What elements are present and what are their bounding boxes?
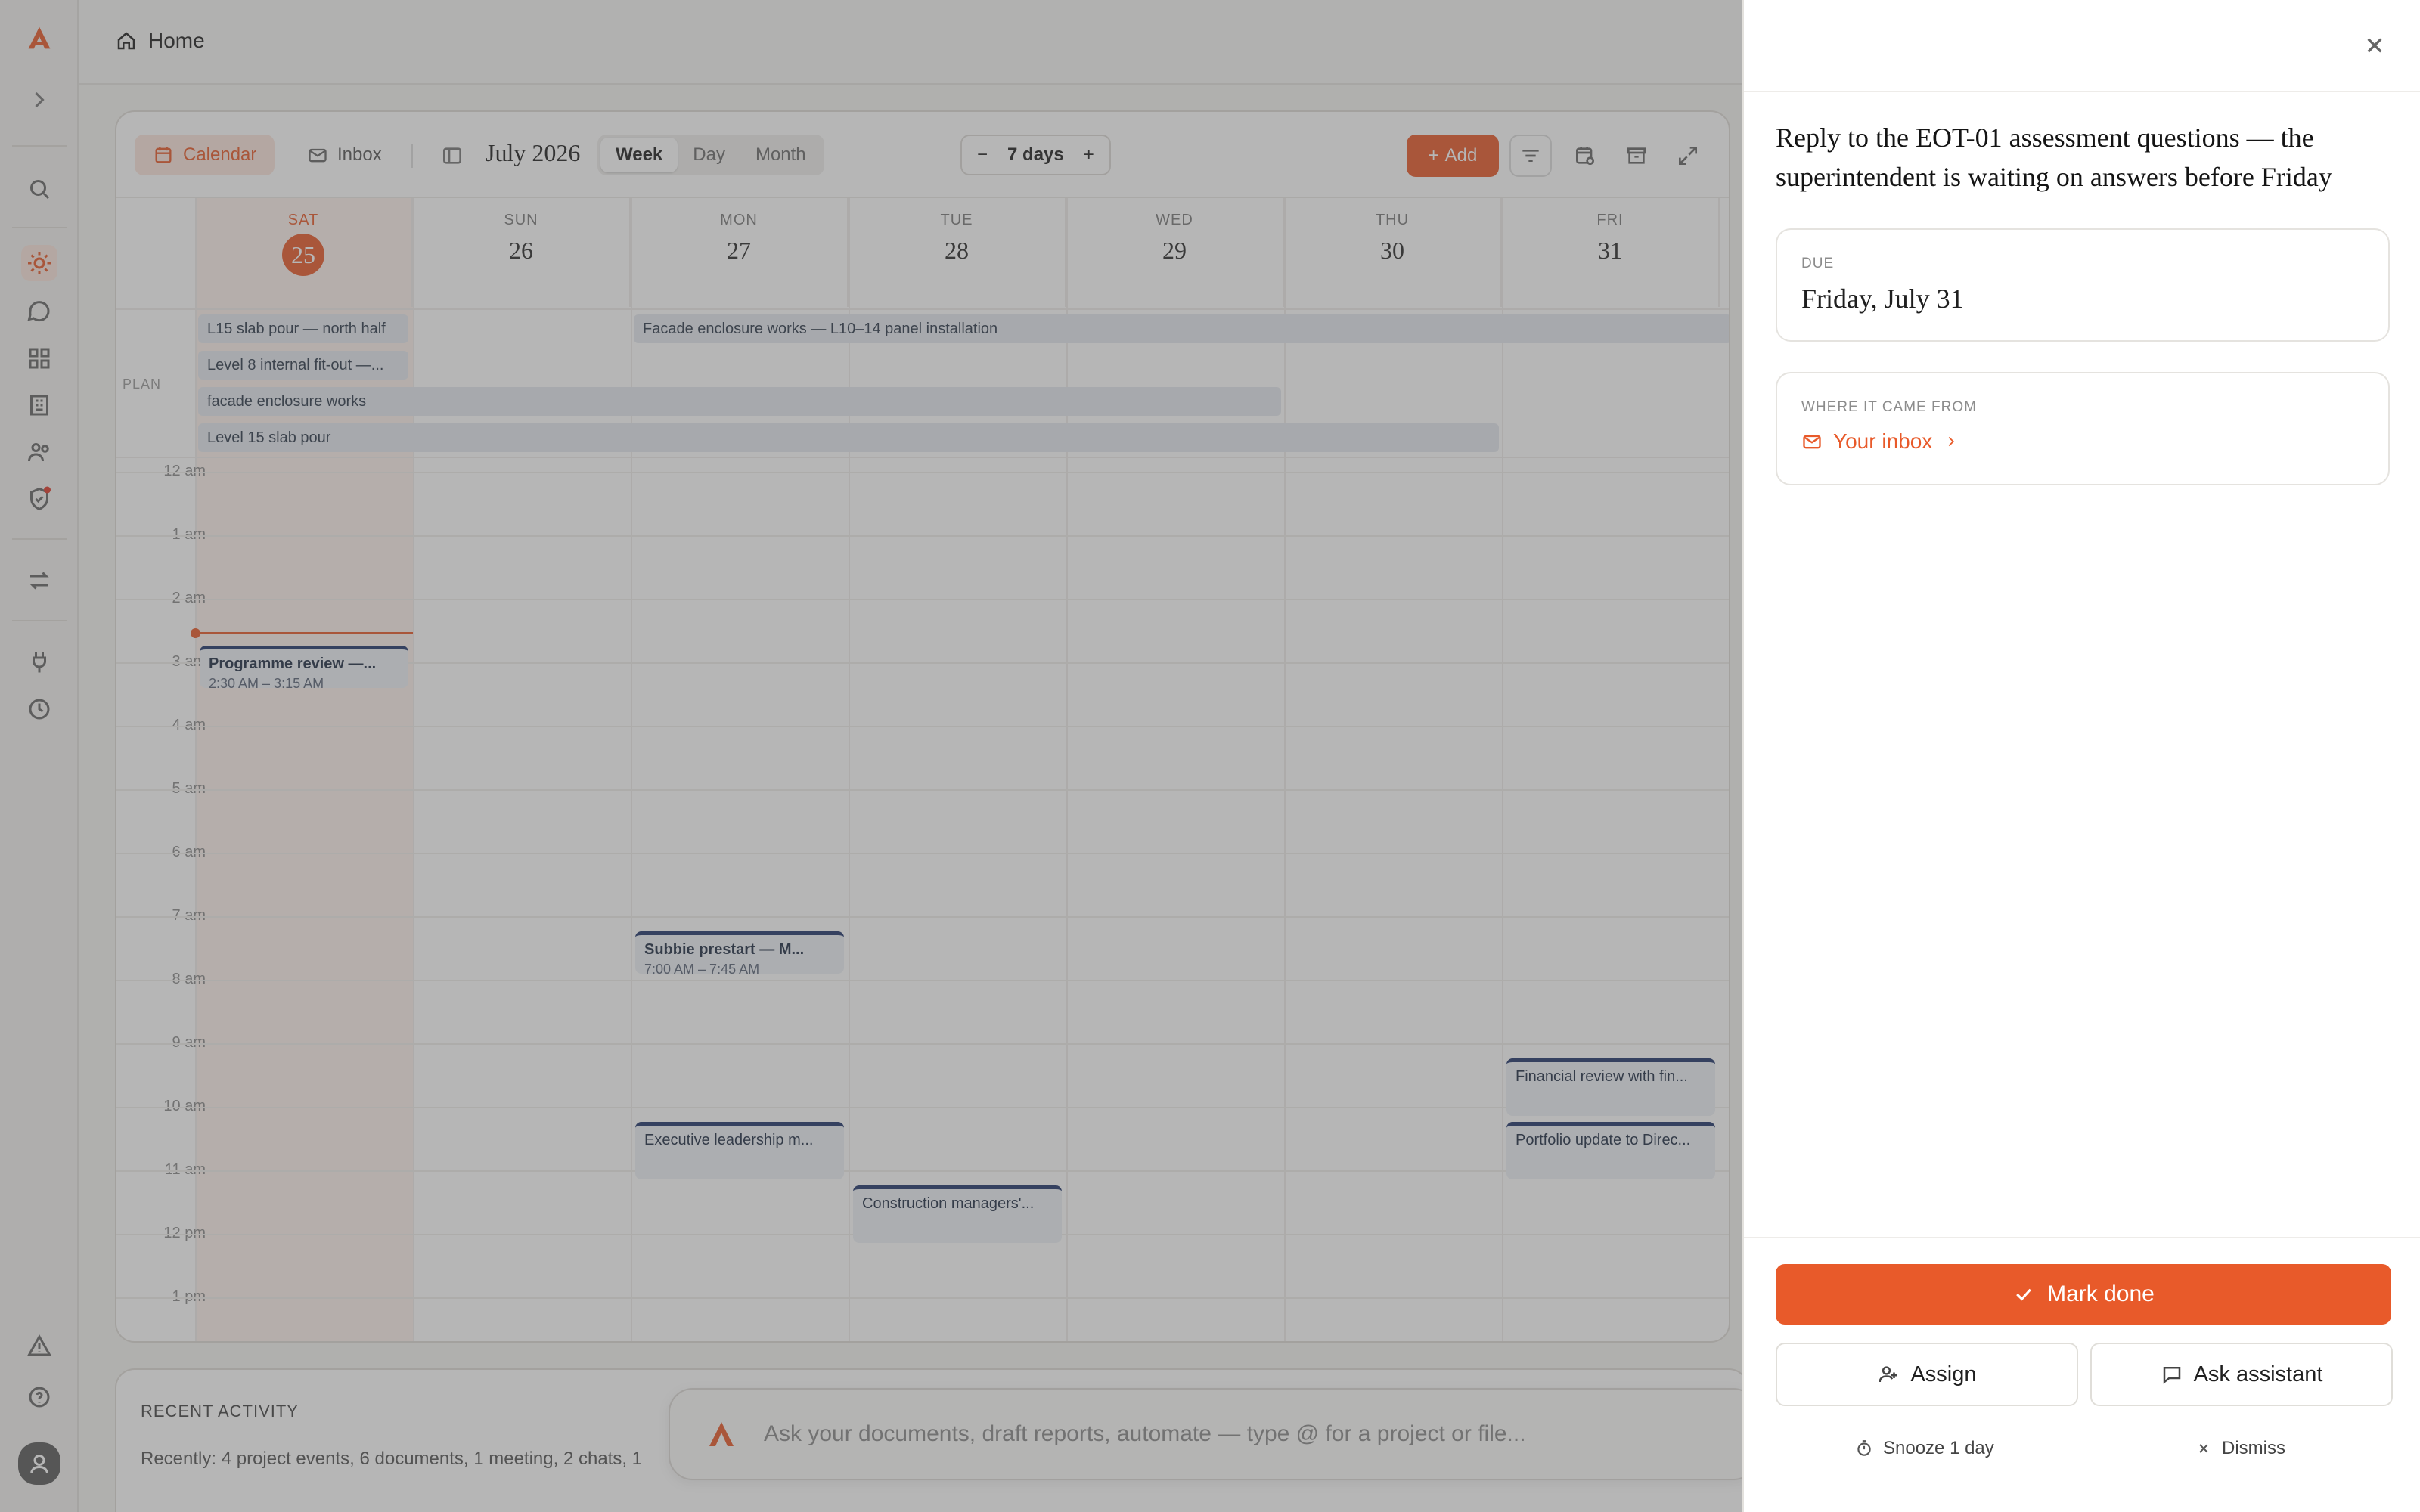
task-detail-panel: Reply to the EOT-01 assessment questions… [1742, 0, 2420, 1512]
timer-icon [1857, 1440, 1871, 1456]
modal-backdrop[interactable] [0, 0, 1742, 1512]
mail-icon [1803, 435, 1821, 449]
snooze-button[interactable]: Snooze 1 day [1854, 1438, 1994, 1459]
due-value: Friday, July 31 [1801, 284, 1964, 314]
close-icon[interactable] [2360, 30, 2390, 60]
ask-assistant-button[interactable]: Ask assistant [2090, 1343, 2393, 1406]
source-card: WHERE IT CAME FROM Your inbox [1776, 372, 2390, 485]
assign-button[interactable]: Assign [1776, 1343, 2078, 1406]
dismiss-button[interactable]: Dismiss [2195, 1438, 2285, 1459]
mark-done-button[interactable]: Mark done [1776, 1264, 2391, 1325]
chevron-right-icon [1948, 436, 1955, 447]
due-label: DUE [1801, 256, 1835, 271]
source-link[interactable]: Your inbox [1801, 429, 1959, 454]
user-plus-icon [1879, 1366, 1897, 1383]
x-icon [2199, 1444, 2208, 1453]
source-label: WHERE IT CAME FROM [1801, 399, 1977, 415]
task-title: Reply to the EOT-01 assessment questions… [1776, 122, 2332, 192]
check-icon [2016, 1288, 2032, 1301]
chat-icon [2163, 1367, 2180, 1384]
due-card: DUE Friday, July 31 [1776, 228, 2390, 342]
